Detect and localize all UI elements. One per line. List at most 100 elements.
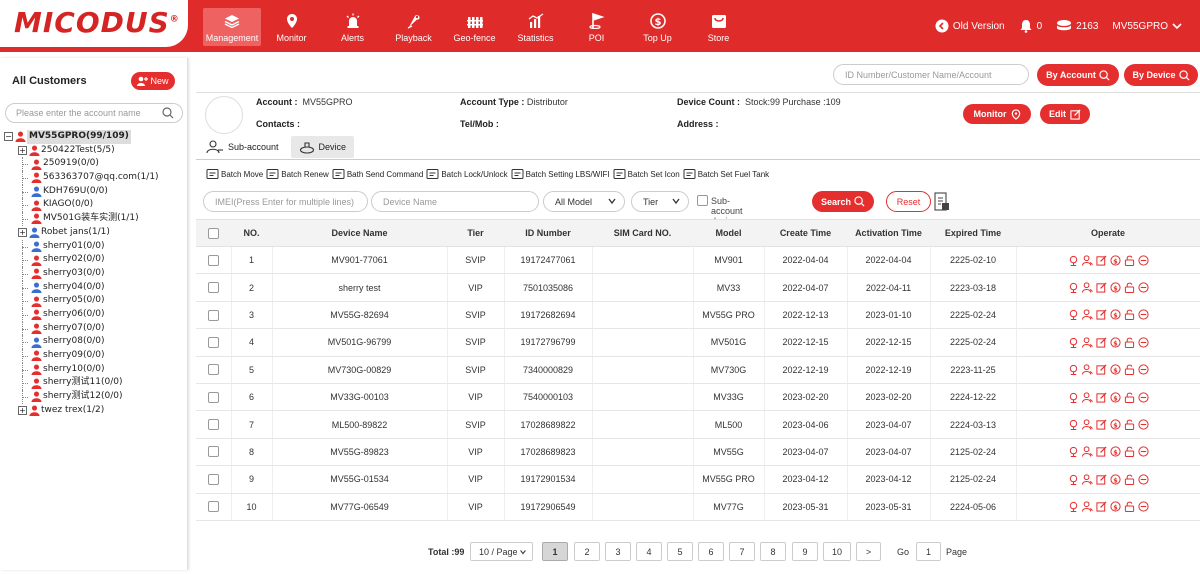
tree-node[interactable]: sherry10(0/0) [14,362,159,377]
batch-renew-button[interactable]: Batch Renew [266,168,329,180]
assign-user-icon[interactable] [1081,446,1093,458]
batch-icon-button[interactable]: Batch Set Icon [613,168,680,180]
locate-icon[interactable] [1068,474,1079,485]
remove-icon[interactable] [1138,337,1149,348]
tree-node[interactable]: sherry08(0/0) [14,335,159,349]
edit-icon[interactable] [1096,392,1107,403]
points-balance[interactable]: 2163 [1056,19,1098,33]
tree-node[interactable]: sherry测试12(0/0) [14,390,159,404]
nav-item-playback[interactable]: Playback [383,8,444,46]
page-1-button[interactable]: 1 [542,542,568,561]
renew-icon[interactable]: $ [1110,337,1121,348]
row-checkbox[interactable] [207,391,219,403]
export-icon[interactable] [934,192,950,212]
edit-icon[interactable] [1096,501,1107,512]
expand-icon[interactable]: + [18,146,27,156]
device-name-input[interactable]: Device Name [371,191,539,212]
search-button[interactable]: Search [812,191,874,212]
page-8-button[interactable]: 8 [760,542,786,561]
edit-icon[interactable] [1096,364,1107,375]
remove-icon[interactable] [1138,446,1149,458]
unlock-icon[interactable] [1124,337,1135,348]
locate-icon[interactable] [1068,309,1079,321]
remove-icon[interactable] [1138,392,1149,403]
tree-node[interactable]: +250422Test(5/5) [14,144,159,158]
reset-button[interactable]: Reset [886,191,931,212]
assign-user-icon[interactable] [1081,474,1093,485]
renew-icon[interactable]: $ [1110,309,1121,321]
go-page-input[interactable]: 1 [916,542,941,561]
assign-user-icon[interactable] [1081,337,1093,348]
new-customer-button[interactable]: New [131,72,175,90]
tree-node[interactable]: sherry04(0/0) [14,280,159,295]
edit-icon[interactable] [1096,282,1107,293]
tree-node[interactable]: sherry测试11(0/0) [14,376,159,390]
tree-node[interactable]: 563363707@qq.com(1/1) [14,171,159,185]
tree-node[interactable]: KIAGO(0/0) [14,198,159,212]
locate-icon[interactable] [1068,282,1079,294]
tree-node[interactable]: + twez trex(1/2) [14,404,159,418]
remove-icon[interactable] [1138,282,1149,293]
remove-icon[interactable] [1138,474,1149,485]
monitor-button[interactable]: Monitor [963,104,1031,124]
batch-command-button[interactable]: Bath Send Command [332,168,423,180]
page-4-button[interactable]: 4 [636,542,662,561]
unlock-icon[interactable] [1124,255,1135,266]
nav-item-top-up[interactable]: $ Top Up [627,8,688,46]
search-by-device-button[interactable]: By Device [1124,64,1198,86]
edit-icon[interactable] [1096,309,1107,321]
page-5-button[interactable]: 5 [667,542,693,561]
nav-item-geo-fence[interactable]: Geo-fence [444,8,505,46]
row-checkbox[interactable] [207,282,219,294]
remove-icon[interactable] [1138,419,1149,430]
assign-user-icon[interactable] [1081,309,1093,321]
nav-item-alerts[interactable]: Alerts [322,8,383,46]
batch-fuel-button[interactable]: Batch Set Fuel Tank [683,168,769,180]
nav-item-monitor[interactable]: Monitor [261,8,322,46]
nav-item-poi[interactable]: POI [566,8,627,46]
imei-input[interactable]: IMEI(Press Enter for multiple lines) [203,191,368,212]
table-row[interactable]: 5 MV730G-00829 SVIP 7340000829 MV730G 2022-12… [196,356,1200,384]
page-10-button[interactable]: 10 [823,542,851,561]
tree-node[interactable]: MV501G装车实测(1/1) [14,212,159,226]
renew-icon[interactable]: $ [1110,474,1121,485]
table-row[interactable]: 10 MV77G-06549 VIP 19172906549 MV77G 2023-05-… [196,493,1200,521]
batch-wifi-button[interactable]: Batch Setting LBS/WIFI [511,168,610,180]
expand-icon[interactable]: + [18,406,27,416]
page-2-button[interactable]: 2 [574,542,600,561]
nav-item-statistics[interactable]: Statistics [505,8,566,46]
old-version-link[interactable]: Old Version [935,19,1005,33]
edit-icon[interactable] [1096,337,1107,348]
select-all-checkbox[interactable] [208,227,219,239]
brand-logo[interactable]: MICODUS® [14,6,180,39]
locate-icon[interactable] [1068,337,1079,348]
tree-node[interactable]: sherry09(0/0) [14,349,159,363]
page-size-select[interactable]: 10 / Page [470,542,533,561]
batch-move-button[interactable]: Batch Move [206,168,263,180]
locate-icon[interactable] [1068,501,1079,513]
next-page-button[interactable]: > [856,542,881,561]
renew-icon[interactable]: $ [1110,392,1121,403]
tier-select[interactable]: Tier [631,191,689,212]
tree-node[interactable]: sherry03(0/0) [14,266,159,281]
row-checkbox[interactable] [207,446,219,458]
renew-icon[interactable]: $ [1110,282,1121,293]
search-icon[interactable] [162,107,174,119]
user-menu[interactable]: MV55GPRO [1112,21,1186,32]
page-6-button[interactable]: 6 [698,542,724,561]
unlock-icon[interactable] [1124,364,1135,376]
row-checkbox[interactable] [207,419,219,431]
row-checkbox[interactable] [207,254,219,266]
renew-icon[interactable]: $ [1110,255,1121,266]
locate-icon[interactable] [1068,419,1079,431]
tree-node[interactable]: + Robet jans(1/1) [14,226,159,240]
row-checkbox[interactable] [207,309,219,321]
unlock-icon[interactable] [1124,392,1135,403]
edit-icon[interactable] [1096,474,1107,485]
edit-account-button[interactable]: Edit [1040,104,1090,124]
assign-user-icon[interactable] [1081,501,1093,512]
page-9-button[interactable]: 9 [792,542,818,561]
table-row[interactable]: 9 MV55G-01534 VIP 19172901534 MV55G PRO 2023-… [196,465,1200,494]
table-row[interactable]: 6 MV33G-00103 VIP 7540000103 MV33G 2023-02-20… [196,383,1200,412]
tab-subaccount[interactable]: Sub-account [198,136,287,158]
